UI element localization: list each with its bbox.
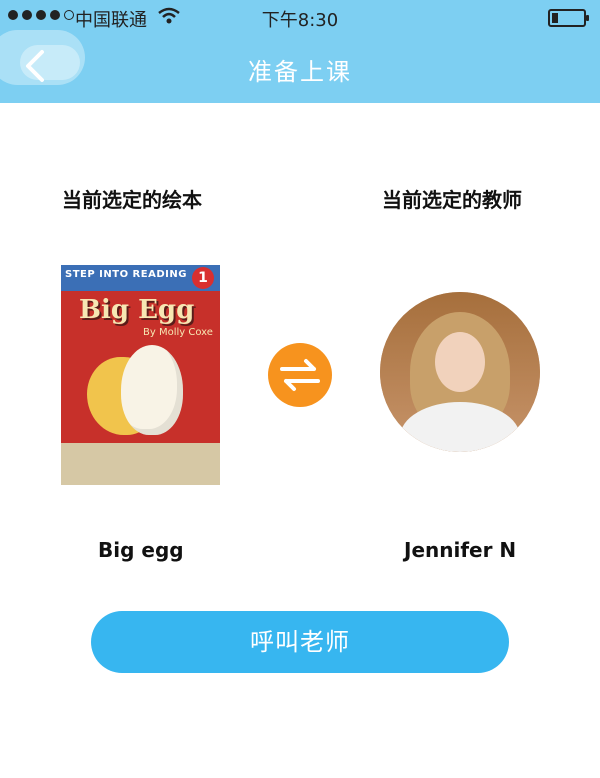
- call-teacher-button[interactable]: 呼叫老师: [91, 611, 509, 673]
- teacher-name: Jennifer N: [404, 538, 517, 562]
- page-title: 准备上课: [248, 58, 352, 86]
- swap-button[interactable]: [268, 343, 332, 407]
- teacher-avatar[interactable]: [380, 292, 540, 452]
- selected-teacher-label: 当前选定的教师: [382, 188, 522, 212]
- book-cover-series: STEP INTO READING: [65, 269, 187, 280]
- battery-level: [552, 13, 558, 23]
- book-cover-title: Big Egg: [79, 295, 195, 325]
- top-header: 中国联通 下午8:30 准备上课: [0, 0, 600, 103]
- book-cover-author: By Molly Coxe: [143, 327, 213, 338]
- book-cover-level-badge: 1: [192, 267, 214, 289]
- swap-arrows-icon: [280, 359, 320, 391]
- battery-icon: [548, 9, 589, 27]
- avatar-face: [435, 332, 485, 392]
- selected-book-label: 当前选定的绘本: [62, 188, 202, 212]
- book-name: Big egg: [98, 538, 184, 562]
- app-frame: 中国联通 下午8:30 准备上课 当前选定的绘本 当前选定的教师 STEP IN…: [0, 0, 600, 778]
- status-bar: 中国联通 下午8:30: [0, 0, 600, 34]
- book-cover-nest-illustration: [61, 443, 220, 485]
- book-cover-egg-illustration: [121, 345, 183, 435]
- book-cover-image[interactable]: STEP INTO READING 1 Big Egg By Molly Cox…: [61, 265, 220, 485]
- status-time: 下午8:30: [261, 10, 339, 31]
